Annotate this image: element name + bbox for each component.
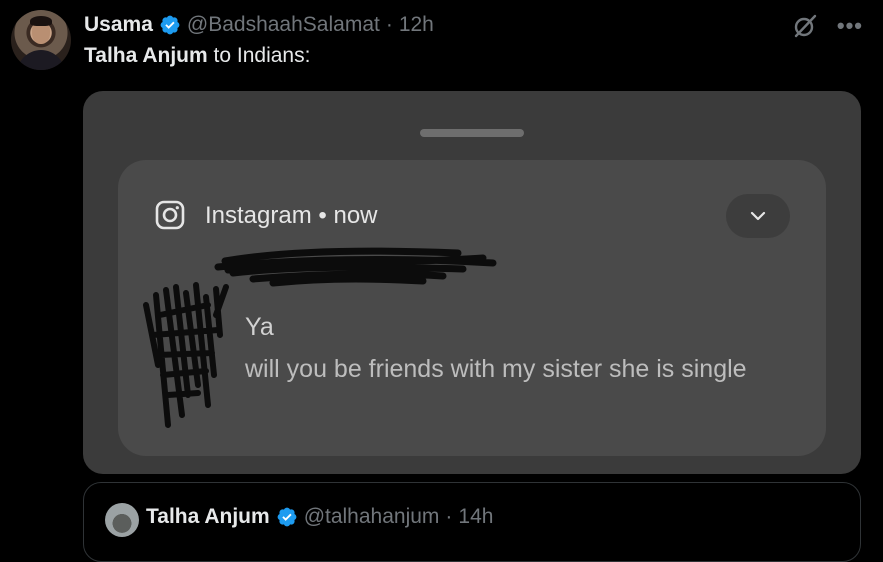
tweet[interactable]: Usama @BadshaahSalamat · 12h ••• Talha A… — [0, 0, 883, 562]
verified-badge-icon — [160, 15, 180, 35]
quoted-author-name[interactable]: Talha Anjum — [146, 505, 270, 529]
chevron-down-icon — [750, 211, 766, 221]
instagram-notification-card: Instagram • now Ya will you be friends w… — [118, 160, 826, 456]
instagram-icon — [155, 200, 185, 230]
separator-dot: · — [385, 13, 393, 36]
mention-name: Talha Anjum — [84, 44, 208, 67]
notification-time: now — [333, 202, 378, 229]
quoted-tweet[interactable]: Talha Anjum @talhahanjum · 14h — [83, 482, 861, 562]
verified-badge-icon — [277, 507, 297, 527]
author-avatar[interactable] — [11, 10, 71, 70]
expand-button[interactable] — [726, 194, 790, 238]
tweet-text: Talha Anjum to Indians: — [84, 44, 310, 68]
quoted-tweet-header: Talha Anjum @talhahanjum · 14h — [146, 505, 493, 529]
notification-header: Instagram • now — [205, 202, 378, 230]
notification-body: will you be friends with my sister she i… — [245, 355, 747, 383]
more-options-icon[interactable]: ••• — [837, 12, 863, 40]
tweet-header: Usama @BadshaahSalamat · 12h — [84, 11, 434, 39]
redaction-scribble-vertical — [143, 282, 229, 428]
drag-handle — [420, 129, 524, 137]
notification-separator: • — [318, 202, 327, 229]
tweet-text-rest: to Indians: — [207, 44, 311, 67]
separator-dot: · — [445, 505, 453, 528]
notification-app-name: Instagram — [205, 202, 312, 229]
notification-title: Ya — [245, 313, 274, 341]
redaction-scribble-horizontal — [214, 247, 497, 287]
tweet-media-image[interactable]: Instagram • now Ya will you be friends w… — [83, 91, 861, 474]
quoted-author-handle[interactable]: @talhahanjum — [304, 505, 440, 529]
author-handle[interactable]: @BadshaahSalamat — [187, 13, 380, 37]
author-name[interactable]: Usama — [84, 13, 153, 37]
tweet-actions-top: ••• — [791, 12, 863, 40]
quoted-post-time[interactable]: 14h — [458, 505, 493, 529]
post-time[interactable]: 12h — [399, 13, 434, 37]
quoted-author-avatar[interactable] — [105, 503, 139, 537]
grok-icon[interactable] — [791, 12, 819, 40]
